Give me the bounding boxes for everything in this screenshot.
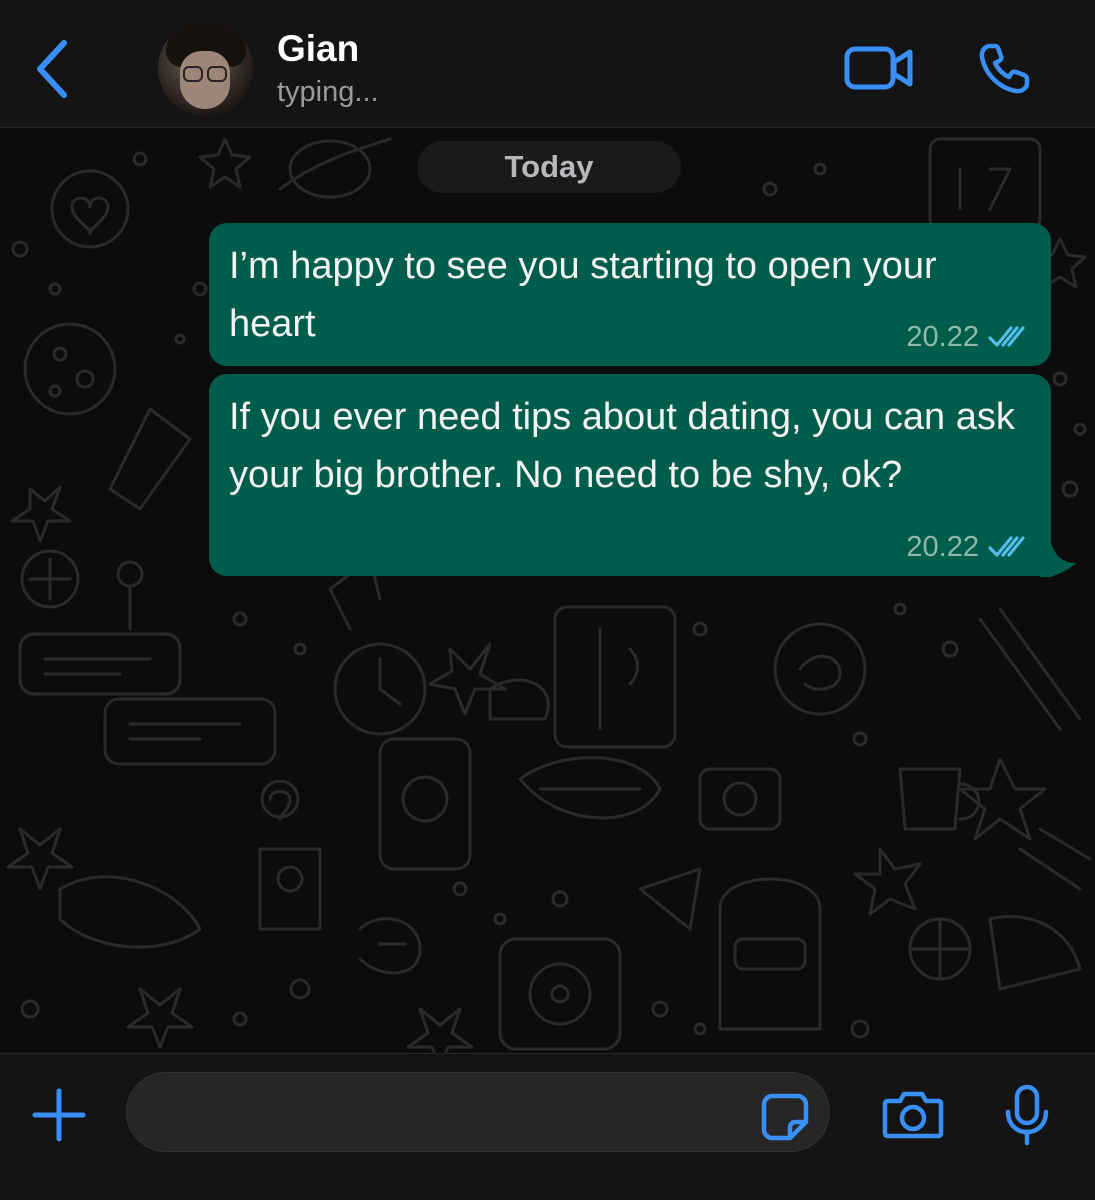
sticker-button[interactable] [758, 1090, 812, 1144]
message-text: If you ever need tips about dating, you … [229, 396, 1015, 496]
date-separator: Today [417, 141, 681, 193]
camera-icon [882, 1091, 944, 1139]
back-button[interactable] [24, 36, 80, 102]
message-input[interactable] [151, 1083, 751, 1141]
chat-header: Gian typing... [0, 0, 1095, 128]
voice-call-button[interactable] [972, 38, 1036, 100]
attach-button[interactable] [26, 1082, 92, 1148]
composer-bar [0, 1053, 1095, 1200]
back-chevron-icon [37, 40, 67, 98]
message-time: 20.22 [906, 531, 979, 563]
video-call-button[interactable] [843, 40, 915, 96]
chat-area[interactable]: Today I’m happy to see you starting to o… [0, 129, 1095, 1053]
message-input-container[interactable] [126, 1072, 830, 1152]
message-meta: 20.22 [906, 532, 1027, 562]
microphone-button[interactable] [1000, 1082, 1054, 1148]
bubble-tail [1040, 539, 1076, 577]
message-bubble[interactable]: If you ever need tips about dating, you … [209, 374, 1051, 576]
double-check-read-icon [988, 536, 1025, 557]
video-call-icon [844, 46, 913, 90]
phone-icon [979, 43, 1030, 94]
contact-status: typing... [277, 76, 379, 108]
message-meta: 20.22 [906, 322, 1027, 352]
contact-avatar[interactable] [158, 21, 253, 116]
microphone-icon [1005, 1084, 1049, 1146]
contact-name[interactable]: Gian [277, 28, 359, 70]
plus-icon [32, 1088, 86, 1142]
double-check-read-icon [988, 326, 1025, 347]
message-time: 20.22 [906, 321, 979, 353]
camera-button[interactable] [880, 1086, 946, 1142]
sticker-icon [761, 1093, 809, 1141]
message-bubble[interactable]: I’m happy to see you starting to open yo… [209, 223, 1051, 366]
